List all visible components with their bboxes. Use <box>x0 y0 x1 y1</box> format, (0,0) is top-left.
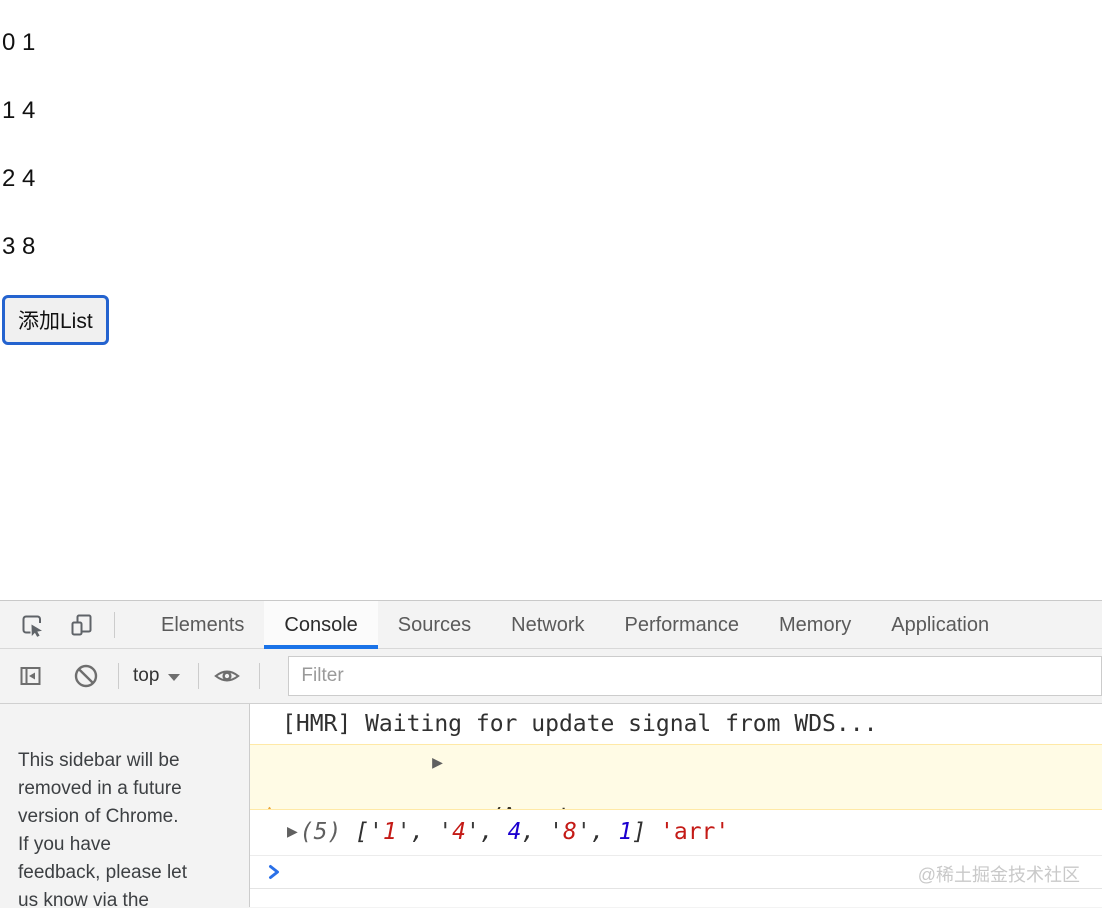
list-item: 2 4 <box>2 165 36 192</box>
live-expression-eye-icon[interactable] <box>213 662 241 690</box>
log-token: 4 <box>452 819 467 845</box>
divider <box>118 663 119 689</box>
console-sidebar: This sidebar will be removed in a future… <box>0 704 250 908</box>
tab-network[interactable]: Network <box>491 601 604 649</box>
list-item: 3 8 <box>2 233 36 260</box>
log-token: ' <box>576 819 591 845</box>
console-log-hmr: [HMR] Waiting for update signal from WDS… <box>282 711 878 737</box>
log-token: ' <box>549 819 564 845</box>
warning-triangle-icon <box>260 754 426 809</box>
toggle-console-sidebar-icon[interactable] <box>16 662 44 690</box>
console-body: This sidebar will be removed in a future… <box>0 704 1102 908</box>
context-label: top <box>133 665 160 686</box>
log-token <box>646 819 660 845</box>
tab-elements[interactable]: Elements <box>141 601 264 649</box>
tab-console-label: Console <box>284 613 358 636</box>
console-filter-input[interactable] <box>288 656 1102 696</box>
log-token: 'arr' <box>660 819 730 845</box>
devtools-tabs: Elements Console Sources Network Perform… <box>141 600 1009 649</box>
active-tab-underline <box>264 644 378 649</box>
array-preview: (5) ['1', '4', 4, '8', 1] 'arr' <box>300 819 729 846</box>
console-log-array: ▶ (5) ['1', '4', 4, '8', 1] 'arr' <box>250 810 1102 856</box>
tab-console[interactable]: Console <box>264 600 378 649</box>
prompt-chevron-icon <box>269 865 279 879</box>
log-token: [ <box>355 819 370 845</box>
tab-performance[interactable]: Performance <box>605 601 760 649</box>
chevron-down-icon <box>168 673 181 681</box>
add-list-button[interactable]: 添加List <box>2 295 109 345</box>
log-token: , <box>521 819 550 845</box>
browser-screen: 0 1 1 4 2 4 3 8 添加List Elements Console … <box>0 0 1102 908</box>
console-warning-message: ▶ src/App.tsx Line 9:25: 'useEffect' is … <box>250 744 1102 810</box>
log-token: 1 <box>618 819 633 845</box>
expand-triangle-icon[interactable]: ▶ <box>432 750 443 777</box>
log-token: ' <box>466 819 480 845</box>
sidebar-deprecation-notice: This sidebar will be removed in a future… <box>18 750 188 908</box>
divider <box>198 663 200 689</box>
log-token: ' <box>369 819 383 845</box>
devtools-panel: Elements Console Sources Network Perform… <box>0 600 1102 908</box>
page-content: 0 1 1 4 2 4 3 8 添加List <box>0 0 1102 600</box>
log-token: 8 <box>563 819 577 845</box>
log-token: ' <box>396 819 411 845</box>
log-token: ] <box>632 819 647 845</box>
list-item: 1 4 <box>2 97 36 124</box>
log-token: (5) <box>299 819 356 845</box>
log-token: 4 <box>507 819 522 845</box>
console-toolbar: top <box>0 649 1102 704</box>
warning-text: src/App.tsx Line 9:25: 'useEffect' is de… <box>447 750 1102 809</box>
tab-memory[interactable]: Memory <box>759 601 871 649</box>
log-token: 1 <box>382 819 397 845</box>
log-token: , <box>590 819 619 845</box>
divider <box>259 663 261 689</box>
log-token: , <box>410 819 439 845</box>
devtools-tabbar: Elements Console Sources Network Perform… <box>0 600 1102 649</box>
console-messages: [HMR] Waiting for update signal from WDS… <box>250 704 1102 907</box>
expand-triangle-icon[interactable]: ▶ <box>287 819 298 846</box>
javascript-context-dropdown[interactable]: top <box>133 665 181 687</box>
log-token: ' <box>438 819 453 845</box>
clear-console-icon[interactable] <box>72 662 100 690</box>
tab-sources[interactable]: Sources <box>378 601 491 649</box>
divider <box>114 611 115 638</box>
device-toolbar-icon[interactable] <box>68 611 96 639</box>
watermark: @稀土掘金技术社区 <box>917 865 1080 885</box>
log-token: , <box>479 819 508 845</box>
inspect-element-icon[interactable] <box>18 611 46 639</box>
list-item: 0 1 <box>2 29 36 56</box>
tab-application[interactable]: Application <box>871 601 1009 649</box>
